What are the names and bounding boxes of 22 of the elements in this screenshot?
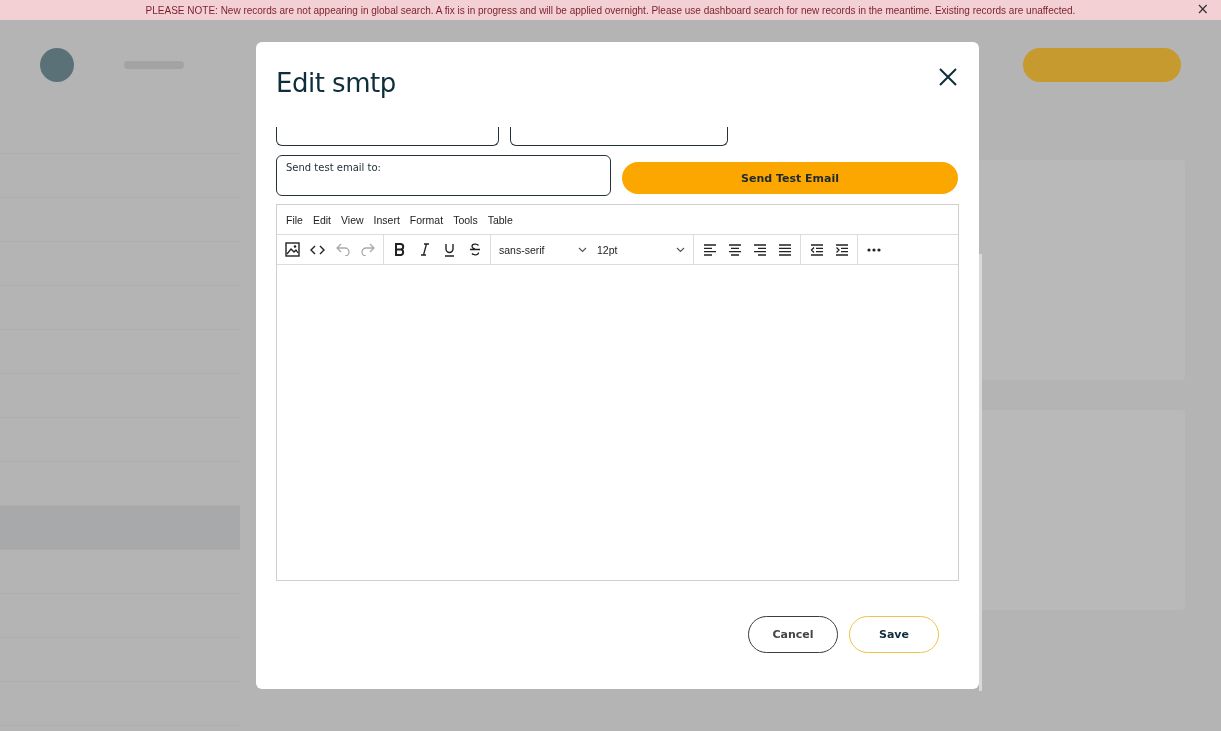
font-size-select[interactable]: 12pt: [593, 237, 689, 262]
close-notice-button[interactable]: ×: [1194, 1, 1211, 18]
chevron-down-icon: [578, 246, 587, 253]
menu-item[interactable]: Edit: [307, 211, 336, 228]
menu-item[interactable]: Tools: [448, 211, 483, 228]
menu-item[interactable]: View: [336, 211, 369, 228]
send-test-email-button[interactable]: Send Test Email: [622, 162, 958, 194]
chevron-down-icon: [676, 246, 685, 253]
font-family-select[interactable]: sans-serif: [495, 237, 591, 262]
close-icon[interactable]: [939, 68, 957, 86]
input-field[interactable]: [510, 127, 728, 146]
menu-item[interactable]: Table: [482, 211, 518, 228]
menu-item[interactable]: Format: [404, 211, 449, 228]
cancel-button[interactable]: Cancel: [748, 616, 838, 653]
test-email-field[interactable]: Send test email to:: [276, 155, 611, 196]
menu-item[interactable]: File: [281, 211, 308, 228]
dialog-title: Edit smtp: [276, 68, 396, 98]
menu-item[interactable]: Insert: [368, 211, 405, 228]
input-field[interactable]: [276, 127, 499, 146]
notice-text: PLEASE NOTE: New records are not appearing in global search. A fix is in progress and will be applied overnight. Please use dashboard search for new records in the meantime. Existing records are unaffected.: [145, 4, 1076, 16]
save-button[interactable]: Save: [849, 616, 939, 653]
scrollbar[interactable]: [979, 254, 982, 691]
